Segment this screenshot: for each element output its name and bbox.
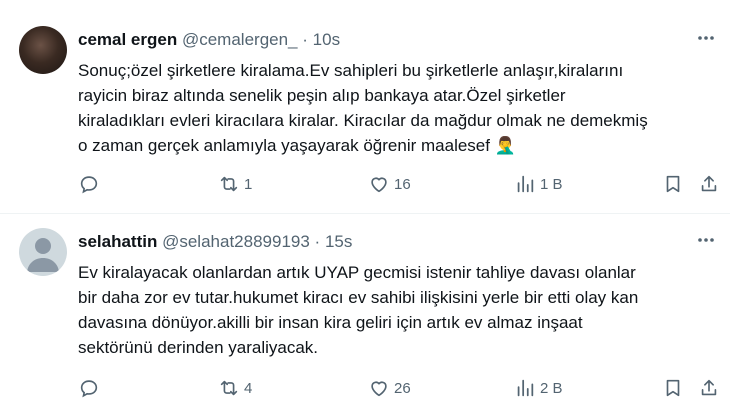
bookmark-icon xyxy=(666,175,680,193)
tweet-text: Ev kiralayacak olanlardan artık UYAP gec… xyxy=(78,263,639,357)
tweet-text: Sonuç;özel şirketlere kiralama.Ev sahipl… xyxy=(78,61,648,155)
bookmark-button[interactable] xyxy=(662,173,684,195)
retweet-icon xyxy=(220,176,238,192)
avatar[interactable] xyxy=(19,228,67,276)
share-icon xyxy=(701,379,717,396)
views-button[interactable]: 1 B xyxy=(514,173,563,195)
views-icon xyxy=(517,175,534,193)
more-icon[interactable] xyxy=(696,28,716,53)
tweet-header: cemal ergen @cemalergen_ · 10s xyxy=(78,30,340,50)
separator: · xyxy=(314,232,321,251)
tweet-actions: 4 26 2 B xyxy=(78,377,718,401)
like-count: 26 xyxy=(394,379,411,397)
views-button[interactable]: 2 B xyxy=(514,377,563,399)
tweet-actions: 1 16 1 B xyxy=(78,173,718,197)
views-count: 1 B xyxy=(540,175,563,193)
author-handle[interactable]: @cemalergen_ xyxy=(182,30,298,49)
share-icon xyxy=(701,175,717,192)
author-name[interactable]: cemal ergen xyxy=(78,30,177,49)
share-button[interactable] xyxy=(698,173,720,195)
like-button[interactable]: 16 xyxy=(368,173,411,195)
bookmark-button[interactable] xyxy=(662,377,684,399)
reply-icon xyxy=(80,380,98,398)
retweet-icon xyxy=(220,380,238,396)
views-icon xyxy=(517,379,534,397)
timestamp[interactable]: 10s xyxy=(313,30,340,49)
avatar[interactable] xyxy=(19,26,67,74)
default-avatar-icon xyxy=(27,238,59,272)
views-count: 2 B xyxy=(540,379,563,397)
separator: · xyxy=(302,30,308,49)
reply-icon xyxy=(80,176,98,194)
reply-button[interactable] xyxy=(78,377,104,399)
bookmark-icon xyxy=(666,379,680,397)
like-button[interactable]: 26 xyxy=(368,377,411,399)
author-name[interactable]: selahattin xyxy=(78,232,157,251)
heart-icon xyxy=(371,177,387,193)
more-icon[interactable] xyxy=(696,230,716,255)
divider xyxy=(0,213,730,214)
author-handle[interactable]: @selahat28899193 xyxy=(162,232,310,251)
like-count: 16 xyxy=(394,175,411,193)
tweet-header: selahattin @selahat28899193 · 15s xyxy=(78,232,352,252)
retweet-count: 4 xyxy=(244,379,253,397)
retweet-button[interactable]: 1 xyxy=(218,173,252,195)
retweet-count: 1 xyxy=(244,175,253,193)
timestamp[interactable]: 15s xyxy=(325,232,352,251)
retweet-button[interactable]: 4 xyxy=(218,377,252,399)
reply-button[interactable] xyxy=(78,173,104,195)
share-button[interactable] xyxy=(698,377,720,399)
heart-icon xyxy=(371,381,387,397)
